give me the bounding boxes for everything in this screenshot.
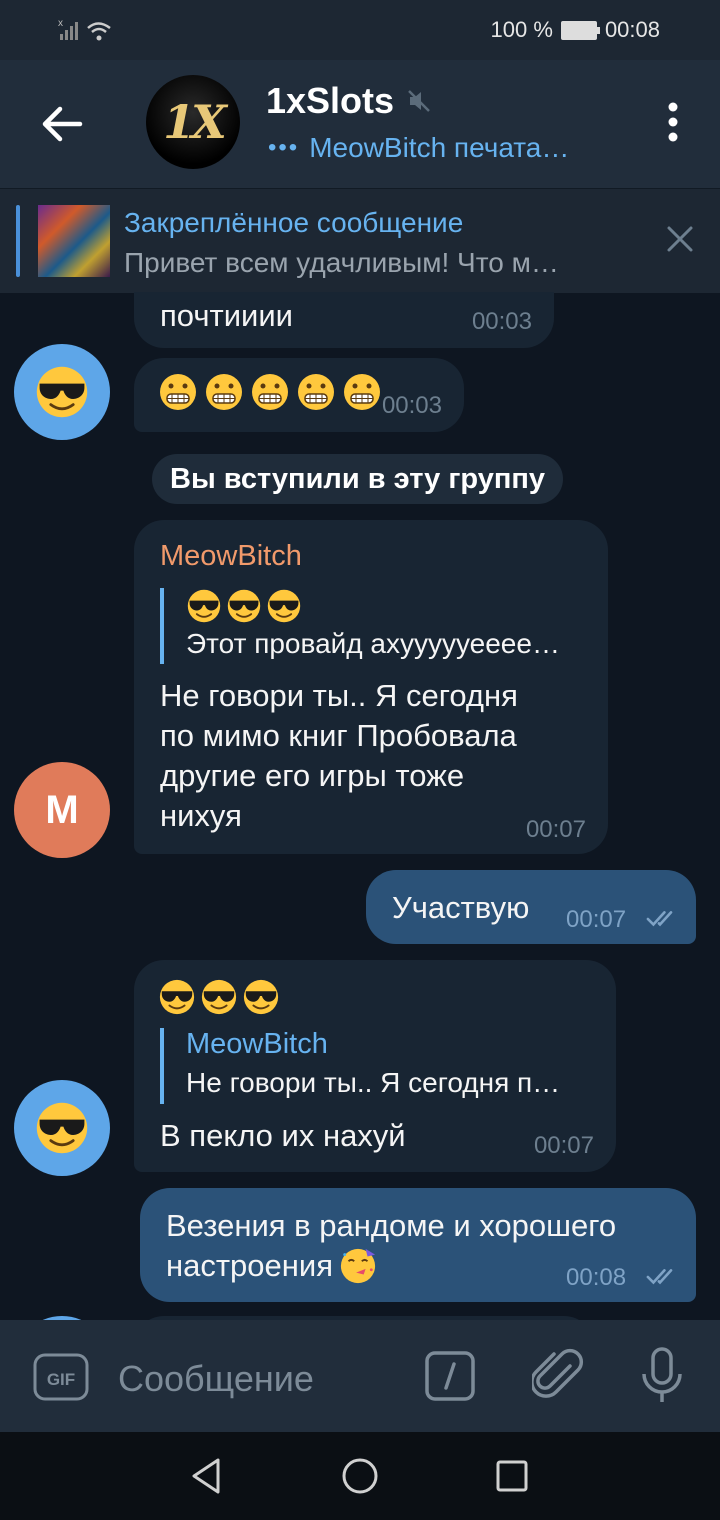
pinned-message-bar[interactable]: Закреплённое сообщение Привет всем удачл… xyxy=(0,188,720,293)
sunglasses-face-icon xyxy=(158,978,196,1016)
read-ticks-icon xyxy=(646,1269,673,1284)
reply-quote-text: Этот провайд ахуууууееее… xyxy=(186,628,560,659)
message-text: Участвую xyxy=(392,890,530,925)
user-avatar[interactable] xyxy=(14,1080,110,1176)
nav-back-icon[interactable] xyxy=(188,1456,224,1496)
muted-icon xyxy=(408,90,430,112)
bot-command-icon[interactable] xyxy=(424,1350,476,1402)
typing-dots-icon: ••• xyxy=(268,134,300,161)
pinned-title: Закреплённое сообщение xyxy=(124,207,464,238)
message-time: 00:03 xyxy=(471,308,532,335)
message-text: В пекло их нахуй xyxy=(160,1118,406,1153)
channel-title-area[interactable]: 1xSlots xyxy=(266,80,432,122)
message-bubble[interactable]: MeowBitch Этот провайд ахуууууееее… Не г… xyxy=(134,520,608,854)
avatar-letter: M xyxy=(45,787,79,832)
sender-name: MeowBitch xyxy=(160,540,302,572)
sunglasses-face-icon xyxy=(266,588,302,624)
message-bubble[interactable]: MeowBitch Не говори ты.. Я сегодня п… В … xyxy=(134,960,616,1172)
message-bubble-outgoing[interactable]: Участвую 00:07 xyxy=(366,870,696,944)
message-input[interactable]: Сообщение xyxy=(118,1358,314,1400)
clock: 00:08 xyxy=(604,17,660,42)
message-bubble[interactable]: почтииии 00:03 xyxy=(134,292,554,348)
message-time: 00:07 xyxy=(533,1132,594,1159)
message-time: 00:08 xyxy=(566,1264,627,1291)
attach-icon[interactable] xyxy=(532,1348,584,1404)
grimacing-face-icon xyxy=(205,373,243,411)
message-text: почтииии xyxy=(160,298,293,333)
back-arrow-icon[interactable] xyxy=(40,104,84,144)
chat-header: 1X 1xSlots ••• MeowBitch печата… xyxy=(0,60,720,188)
service-message: Вы вступили в эту группу xyxy=(152,454,564,504)
signal-wifi-icon: x xyxy=(58,18,111,41)
sunglasses-face-icon xyxy=(35,1101,89,1155)
user-avatar[interactable]: M xyxy=(14,762,110,858)
channel-title: 1xSlots xyxy=(266,80,395,121)
reply-quote-name: MeowBitch xyxy=(186,1028,328,1060)
grimacing-face-icon xyxy=(251,373,289,411)
microphone-icon[interactable] xyxy=(640,1346,684,1406)
message-list[interactable]: почтииии 00:03 00:03 Вы вступили в эту г… xyxy=(0,292,720,1320)
grimacing-face-icon xyxy=(297,373,335,411)
reply-quote[interactable]: Этот провайд ахуууууееее… xyxy=(160,588,560,664)
svg-text:x: x xyxy=(58,18,63,29)
pinned-thumbnail xyxy=(38,205,110,277)
battery-icon xyxy=(560,20,600,40)
user-avatar[interactable] xyxy=(14,344,110,440)
emoji-row xyxy=(158,978,280,1016)
reply-quote-text: Не говори ты.. Я сегодня п… xyxy=(186,1067,561,1098)
partying-face-icon xyxy=(339,1247,377,1285)
typing-status: ••• MeowBitch печата… xyxy=(268,132,570,163)
channel-avatar[interactable]: 1X xyxy=(146,75,240,169)
status-bar: x 100 % 00:08 xyxy=(0,0,720,60)
grimacing-face-icon xyxy=(343,373,381,411)
gif-icon[interactable]: GIF xyxy=(32,1352,90,1402)
system-nav-bar xyxy=(0,1432,720,1520)
close-icon[interactable] xyxy=(666,225,694,253)
sunglasses-face-icon xyxy=(242,978,280,1016)
battery-percent: 100 % xyxy=(490,17,553,42)
sunglasses-face-icon xyxy=(226,588,262,624)
message-time: 00:07 xyxy=(525,816,586,843)
grimacing-face-icon xyxy=(159,373,197,411)
svg-text:GIF: GIF xyxy=(47,1370,75,1389)
message-bubble-outgoing[interactable]: Везения в рандоме и хорошего настроения … xyxy=(140,1188,696,1302)
message-input-bar: GIF Сообщение xyxy=(0,1320,720,1432)
message-time: 00:03 xyxy=(381,392,442,419)
message-text: Везения в рандоме и хорошего настроения xyxy=(166,1208,617,1285)
message-time: 00:07 xyxy=(566,906,627,933)
sunglasses-face-icon xyxy=(35,365,89,419)
reply-quote[interactable]: MeowBitch Не говори ты.. Я сегодня п… xyxy=(160,1028,560,1104)
channel-logo: 1X xyxy=(163,95,227,149)
emoji-row xyxy=(158,372,382,412)
message-text: Не говори ты.. Я сегодня по мимо книг Пр… xyxy=(160,678,518,833)
sunglasses-face-icon xyxy=(200,978,238,1016)
pinned-indicator xyxy=(16,205,20,277)
sunglasses-face-icon xyxy=(186,588,222,624)
message-bubble[interactable]: 00:03 xyxy=(134,358,464,432)
emoji-row xyxy=(186,588,560,624)
nav-home-icon[interactable] xyxy=(340,1456,380,1496)
read-ticks-icon xyxy=(646,911,673,926)
nav-recents-icon[interactable] xyxy=(494,1458,530,1494)
more-vert-icon[interactable] xyxy=(668,102,678,142)
pinned-text: Привет всем удачливым! Что м… xyxy=(124,247,559,278)
